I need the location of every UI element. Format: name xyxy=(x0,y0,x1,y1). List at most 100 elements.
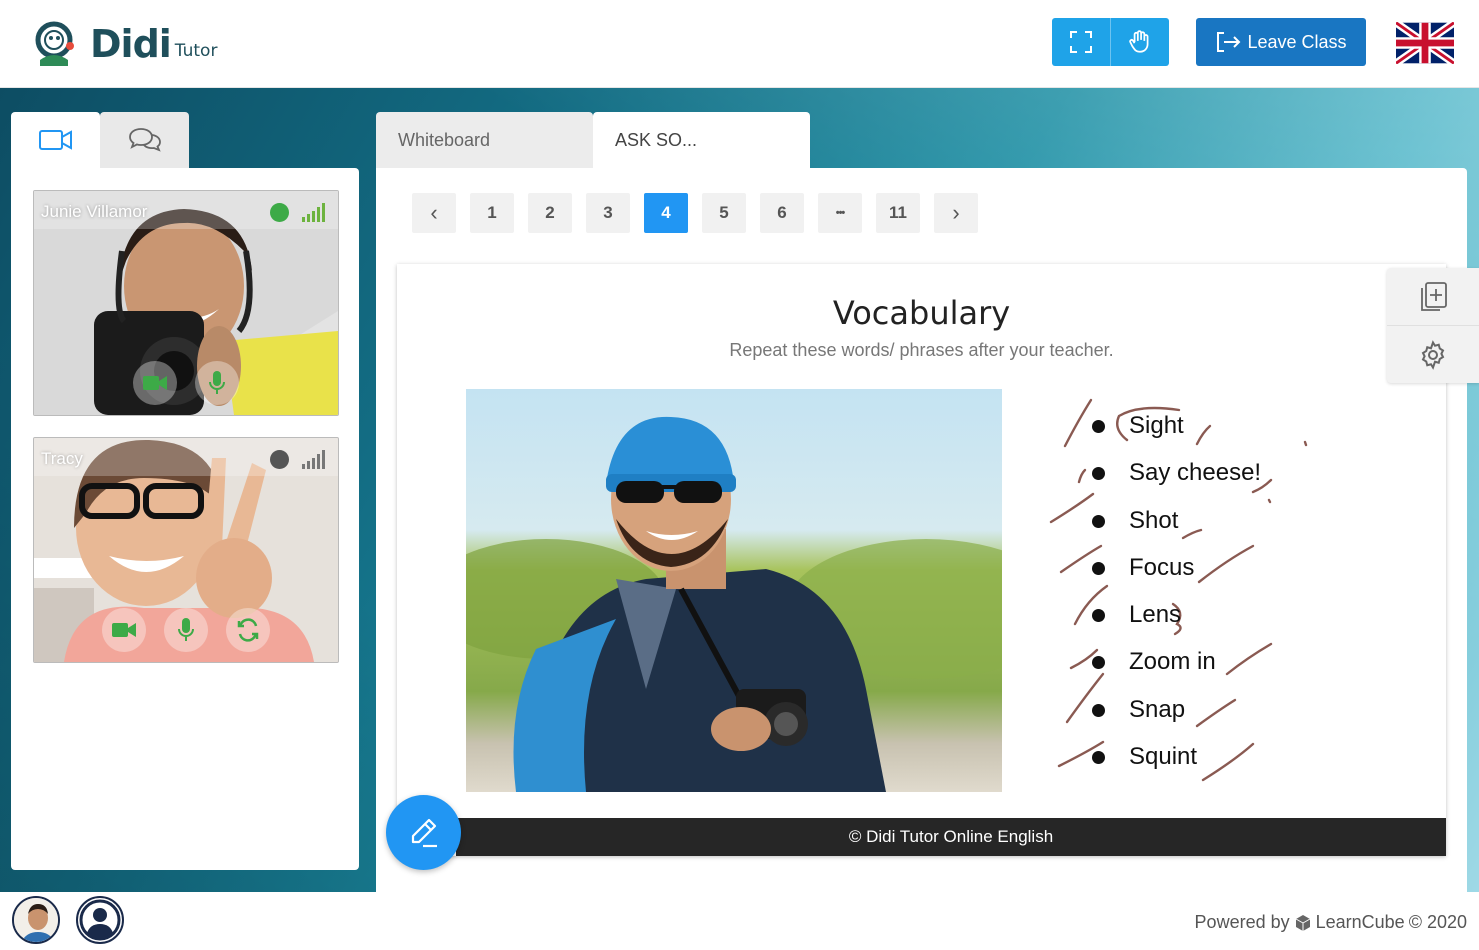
vocab-word: Sight xyxy=(1129,412,1184,439)
photographer-image xyxy=(466,389,1002,792)
camera-icon xyxy=(112,623,136,637)
mascot-logo-icon xyxy=(35,21,74,66)
page-button[interactable]: 3 xyxy=(586,193,630,233)
participant-video-2[interactable]: Tracy xyxy=(33,437,339,663)
exit-icon xyxy=(1217,32,1241,52)
slide-footer: © Didi Tutor Online English xyxy=(456,818,1446,856)
hand-icon xyxy=(1129,30,1149,53)
vocab-word: Snap xyxy=(1129,696,1186,723)
participant-video-1[interactable]: Junie Villamor xyxy=(33,190,339,416)
fullscreen-button[interactable] xyxy=(1052,18,1110,66)
chat-icon xyxy=(128,128,161,152)
vocab-word: Squint xyxy=(1129,743,1198,770)
camera-toggle-button[interactable] xyxy=(102,608,146,652)
vocab-word: Shot xyxy=(1129,507,1179,534)
logo-sub: Tutor xyxy=(174,41,218,61)
bullet-icon xyxy=(1092,514,1105,528)
slide-side-tools xyxy=(1387,268,1479,383)
microphone-icon xyxy=(178,618,194,641)
vocab-item: Snap xyxy=(1092,696,1185,724)
add-slide-button[interactable] xyxy=(1387,268,1479,325)
bullet-icon xyxy=(1092,561,1105,575)
learncube-brand[interactable]: LearnCube xyxy=(1316,912,1405,933)
refresh-video-button[interactable] xyxy=(226,608,270,652)
slide-pager: ‹ 1 2 3 4 5 6 ••• 11 › xyxy=(412,193,978,233)
video-controls xyxy=(34,361,338,405)
teacher-avatar[interactable] xyxy=(12,896,60,944)
photographer-illustration xyxy=(466,389,1002,792)
bullet-icon xyxy=(1092,466,1105,480)
tab-lesson[interactable]: ASK SO... xyxy=(593,112,810,168)
copyright-year: © 2020 xyxy=(1408,912,1467,932)
camera-toggle-button[interactable] xyxy=(133,361,177,405)
vocab-item: Sight xyxy=(1092,412,1184,440)
vocab-item: Squint xyxy=(1092,743,1197,771)
page-button[interactable]: 11 xyxy=(876,193,920,233)
user-profile-icon xyxy=(79,899,121,941)
student-avatar[interactable] xyxy=(76,896,124,944)
vocab-item: Focus xyxy=(1092,554,1194,582)
leave-class-button[interactable]: Leave Class xyxy=(1196,18,1366,66)
content-tabs: Whiteboard ASK SO... xyxy=(376,112,810,168)
video-controls xyxy=(34,608,338,652)
slide-title: Vocabulary xyxy=(832,294,1011,332)
participants-panel: Junie Villamor Tracy xyxy=(11,168,359,870)
page-button[interactable]: 5 xyxy=(702,193,746,233)
vocab-item: Say cheese! xyxy=(1092,459,1261,487)
vocab-item: Shot xyxy=(1092,507,1178,535)
video-camera-icon xyxy=(38,130,72,150)
online-status-dot xyxy=(270,203,289,222)
fullscreen-icon xyxy=(1070,31,1092,53)
vocab-word: Focus xyxy=(1129,554,1195,581)
signal-strength-icon xyxy=(302,203,325,222)
prev-page-button[interactable]: ‹ xyxy=(412,193,456,233)
didi-tutor-logo: Didi Tutor xyxy=(32,20,217,68)
page-button[interactable]: 2 xyxy=(528,193,572,233)
uk-flag-icon[interactable] xyxy=(1396,22,1454,64)
participant-name: Tracy xyxy=(41,449,83,468)
page-button[interactable]: 6 xyxy=(760,193,804,233)
mic-toggle-button[interactable] xyxy=(195,361,239,405)
bullet-icon xyxy=(1092,750,1105,764)
tab-video[interactable] xyxy=(11,112,100,168)
microphone-icon xyxy=(209,371,225,394)
refresh-icon xyxy=(237,618,259,642)
participant-name: Junie Villamor xyxy=(41,202,148,221)
top-bar: Didi Tutor Leave Class xyxy=(0,0,1479,88)
bullet-icon xyxy=(1092,608,1105,622)
logo-word: Didi xyxy=(90,22,172,66)
bullet-icon xyxy=(1092,419,1105,433)
bullet-icon xyxy=(1092,655,1105,669)
next-page-button[interactable]: › xyxy=(934,193,978,233)
signal-strength-icon xyxy=(302,450,325,469)
tab-chat[interactable] xyxy=(100,112,189,168)
vocab-item: Zoom in xyxy=(1092,648,1216,676)
header-tool-group xyxy=(1052,18,1169,66)
mic-toggle-button[interactable] xyxy=(164,608,208,652)
annotate-pen-button[interactable] xyxy=(386,795,461,870)
page-button-current[interactable]: 4 xyxy=(644,193,688,233)
copy-add-icon xyxy=(1421,281,1447,311)
leave-class-label: Leave Class xyxy=(1247,31,1347,52)
offline-status-dot xyxy=(270,450,289,469)
bullet-icon xyxy=(1092,703,1105,717)
vocab-word: Lens xyxy=(1129,601,1182,628)
powered-prefix: Powered by xyxy=(1194,912,1290,932)
vocab-word: Say cheese! xyxy=(1129,459,1262,486)
tab-whiteboard[interactable]: Whiteboard xyxy=(376,112,593,168)
left-panel-tabs xyxy=(11,112,189,168)
camera-icon xyxy=(143,376,167,390)
teacher-avatar-image xyxy=(14,898,58,942)
bottom-bar: Powered by LearnCube © 2020 xyxy=(0,892,1479,950)
slide-subtitle: Repeat these words/ phrases after your t… xyxy=(729,340,1114,360)
raise-hand-button[interactable] xyxy=(1110,18,1169,66)
vocab-item: Lens xyxy=(1092,601,1181,629)
lesson-slide[interactable]: Vocabulary Repeat these words/ phrases a… xyxy=(397,264,1446,856)
vocab-word: Zoom in xyxy=(1129,648,1216,675)
powered-by: Powered by LearnCube © 2020 xyxy=(1195,912,1467,933)
page-button[interactable]: 1 xyxy=(470,193,514,233)
page-ellipsis-button[interactable]: ••• xyxy=(818,193,862,233)
learncube-cube-icon xyxy=(1295,914,1310,931)
gear-icon xyxy=(1421,339,1445,370)
settings-button[interactable] xyxy=(1387,325,1479,383)
